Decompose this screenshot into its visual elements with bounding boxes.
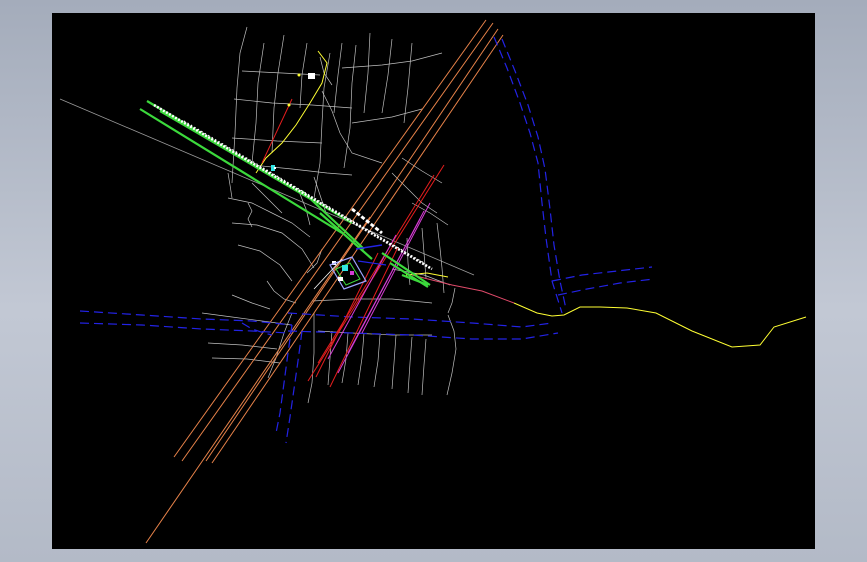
canal-bank xyxy=(557,278,655,296)
street-line xyxy=(421,338,427,396)
boundary-line xyxy=(255,50,328,174)
station-building xyxy=(338,277,343,281)
canal-bank xyxy=(79,322,289,334)
railway-layer xyxy=(145,19,504,544)
road-edge xyxy=(301,190,365,250)
street-line xyxy=(411,202,449,226)
marker-layer xyxy=(271,73,301,171)
building-block xyxy=(308,73,315,79)
boundary-line xyxy=(513,302,807,348)
street-line xyxy=(271,34,285,154)
street-line xyxy=(403,42,413,124)
street-line xyxy=(233,98,353,109)
street-line xyxy=(351,108,423,124)
street-line xyxy=(391,334,397,390)
street-line xyxy=(237,244,293,282)
street-line xyxy=(207,342,278,350)
yellow-marker xyxy=(287,103,291,107)
cyan-marker xyxy=(274,167,276,169)
street-line xyxy=(446,314,457,396)
street-line xyxy=(341,332,349,384)
road-edge xyxy=(146,100,353,224)
street-line xyxy=(333,42,343,114)
railway-track xyxy=(205,28,499,462)
boundary-layer xyxy=(255,50,807,348)
yellow-marker xyxy=(297,73,301,77)
street-line xyxy=(227,172,233,199)
road-edge xyxy=(159,110,315,202)
pipeline-layer xyxy=(411,274,515,304)
pipeline xyxy=(411,274,515,304)
street-line xyxy=(357,332,365,386)
street-line xyxy=(299,42,308,109)
cad-drawing-canvas[interactable] xyxy=(52,13,815,549)
river-bank xyxy=(493,36,563,314)
street-line xyxy=(231,294,271,310)
street-line xyxy=(321,90,383,164)
channel-bank xyxy=(285,330,303,444)
railway-track xyxy=(181,22,494,462)
street-line xyxy=(227,197,311,238)
station-building xyxy=(342,265,348,271)
canal-bank xyxy=(551,266,653,282)
canal-bank xyxy=(79,310,293,326)
channel-bank xyxy=(241,322,273,336)
utility-line xyxy=(261,98,293,164)
waterway-layer xyxy=(79,36,655,444)
street-line xyxy=(251,42,265,164)
street-line xyxy=(373,334,381,388)
street-line xyxy=(363,32,371,114)
street-line xyxy=(381,38,393,114)
street-line xyxy=(231,137,323,144)
street-line xyxy=(407,336,413,394)
station-track xyxy=(313,258,343,290)
street-line xyxy=(341,52,443,69)
utility-line xyxy=(329,246,399,388)
street-line xyxy=(307,313,315,404)
street-line xyxy=(231,222,315,269)
utility-line xyxy=(327,234,397,360)
street-line xyxy=(247,202,253,228)
cad-drawing-viewport[interactable] xyxy=(52,13,815,549)
station-building xyxy=(350,271,354,275)
canal-bank xyxy=(287,312,553,328)
railway-track xyxy=(145,216,371,544)
street-line xyxy=(447,287,456,314)
